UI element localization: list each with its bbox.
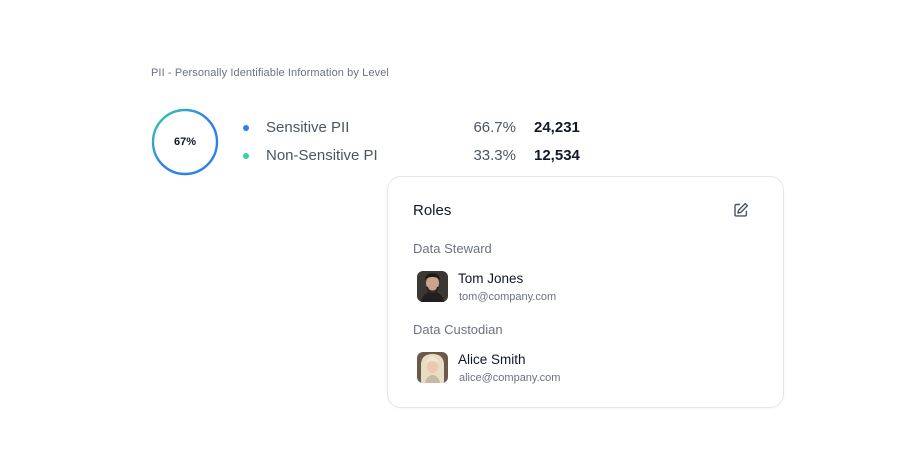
roles-card: Roles Data Steward Tom Jones tom@company…	[387, 176, 784, 408]
legend-count: 12,534	[534, 147, 580, 164]
roles-title: Roles	[413, 202, 452, 219]
sensitive-dot-icon	[243, 125, 249, 131]
person-name: Tom Jones	[458, 271, 524, 286]
legend-row-non-sensitive: Non-Sensitive PI 33.3% 12,534	[240, 146, 600, 166]
pii-title: PII - Personally Identifiable Informatio…	[151, 67, 389, 79]
donut-percent-label: 67%	[173, 136, 197, 148]
person-name: Alice Smith	[458, 352, 526, 367]
legend-percent: 33.3%	[473, 147, 516, 164]
avatar	[417, 271, 448, 302]
role-label-data-custodian: Data Custodian	[413, 322, 503, 337]
avatar-image	[417, 271, 448, 302]
avatar	[417, 352, 448, 383]
legend-name: Sensitive PII	[266, 119, 350, 136]
non-sensitive-dot-icon	[243, 153, 249, 159]
person-email: alice@company.com	[459, 372, 561, 384]
avatar-image	[417, 352, 448, 383]
legend-count: 24,231	[534, 119, 580, 136]
person-alice-smith[interactable]: Alice Smith alice@company.com	[417, 352, 747, 386]
role-label-data-steward: Data Steward	[413, 241, 492, 256]
person-tom-jones[interactable]: Tom Jones tom@company.com	[417, 271, 747, 305]
person-email: tom@company.com	[459, 291, 557, 303]
edit-roles-button[interactable]	[731, 200, 751, 220]
legend-percent: 66.7%	[473, 119, 516, 136]
legend-name: Non-Sensitive PI	[266, 147, 378, 164]
legend-row-sensitive: Sensitive PII 66.7% 24,231	[240, 118, 600, 138]
pii-donut-chart: 67%	[151, 108, 219, 176]
pencil-square-icon	[734, 202, 749, 217]
